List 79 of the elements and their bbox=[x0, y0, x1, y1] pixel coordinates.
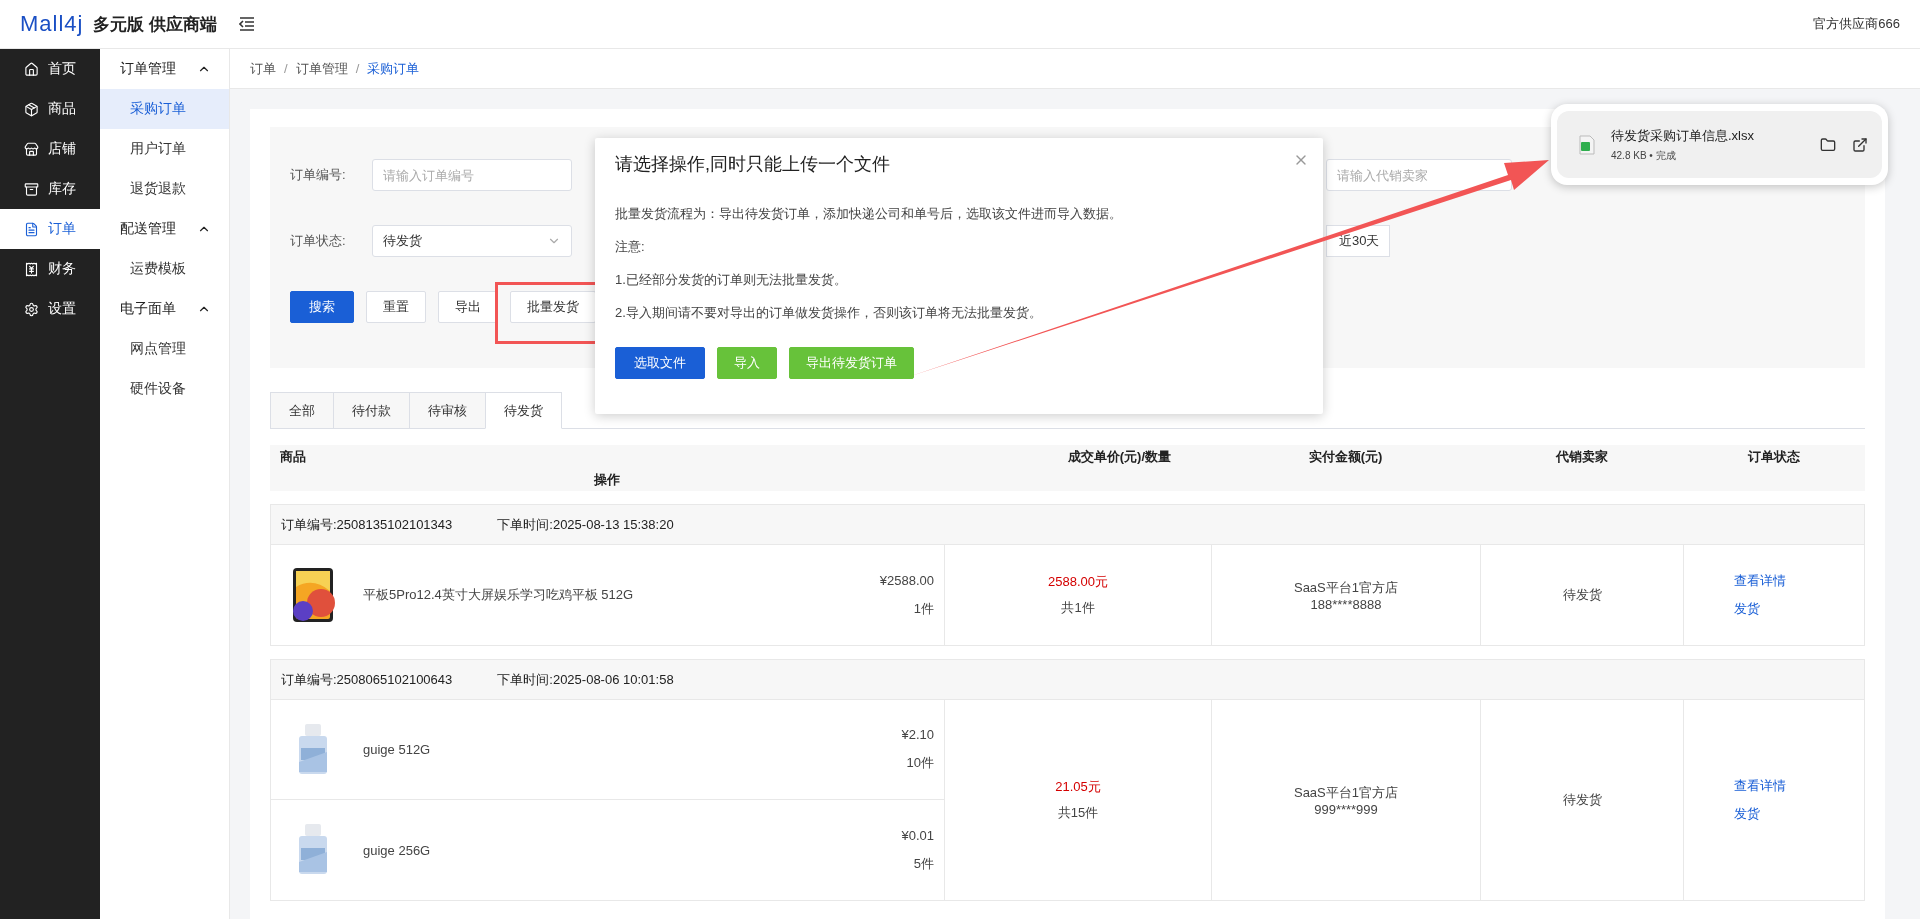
seller-name: SaaS平台1官方店 bbox=[1293, 783, 1398, 802]
product-name: guige 256G bbox=[363, 842, 432, 858]
tab[interactable]: 待审核 bbox=[409, 392, 486, 429]
settings-icon bbox=[24, 301, 39, 317]
seller-phone: 999****999 bbox=[1314, 801, 1378, 817]
item-count: 共1件 bbox=[1061, 599, 1095, 617]
column-header: 商品 bbox=[279, 447, 307, 466]
column-header: 代销卖家 bbox=[1554, 447, 1609, 466]
dialog-button[interactable]: 选取文件 bbox=[615, 347, 705, 379]
note-text: 1.已经部分发货的订单则无法批量发货。 bbox=[615, 271, 848, 289]
order-time: 下单时间:2025-08-13 15:38:20 bbox=[497, 515, 674, 534]
quantity: 1件 bbox=[913, 599, 934, 618]
spreadsheet-file-icon bbox=[1579, 134, 1595, 155]
box-icon bbox=[24, 101, 39, 117]
column-header: 操作 bbox=[593, 470, 621, 489]
logo: Mall4j bbox=[20, 11, 84, 37]
nav-item[interactable]: 订单 bbox=[0, 209, 100, 249]
file-meta: 42.8 KB • 完成 bbox=[1611, 148, 1677, 163]
column-header: 成交单价(元)/数量 bbox=[1066, 447, 1172, 466]
field-label: 订单状态: bbox=[290, 232, 347, 250]
column-header: 实付金额(元) bbox=[1307, 447, 1384, 466]
breadcrumb-item[interactable]: 订单 bbox=[250, 59, 276, 78]
home-icon bbox=[24, 61, 39, 77]
breadcrumb-separator: / bbox=[355, 61, 360, 76]
document-icon bbox=[24, 221, 39, 237]
dialog-title: 请选择操作,同时只能上传一个文件 bbox=[615, 153, 890, 176]
product-name: 平板5Pro12.4英寸大屏娱乐学习吃鸡平板 512G bbox=[363, 586, 635, 604]
total-amount: 2588.00元 bbox=[1048, 573, 1108, 591]
order-number: 订单编号:2508065102100643 bbox=[281, 670, 453, 689]
action-link[interactable]: 发货 bbox=[1734, 600, 1760, 618]
seller-phone: 188****8888 bbox=[1310, 596, 1382, 612]
order-status: 待发货 bbox=[1562, 586, 1602, 604]
unit-price: ¥2.10 bbox=[901, 727, 934, 742]
quantity: 10件 bbox=[906, 754, 934, 772]
tab[interactable]: 全部 bbox=[270, 392, 334, 429]
dialog-text: 批量发货流程为：导出待发货订单，添加快递公司和单号后，选取该文件进而导入数据。 bbox=[615, 205, 1123, 223]
receipt-icon bbox=[24, 261, 39, 277]
unit-price: ¥0.01 bbox=[901, 827, 934, 843]
seller-field[interactable]: 请输入代销卖家 bbox=[1326, 159, 1512, 191]
order-status: 待发货 bbox=[1562, 791, 1602, 809]
date-range-button[interactable]: 近30天 bbox=[1326, 225, 1391, 257]
breadcrumb-item[interactable]: 采购订单 bbox=[367, 59, 420, 78]
action-link[interactable]: 查看详情 bbox=[1734, 777, 1786, 795]
menu-group[interactable]: 电子面单 bbox=[100, 289, 229, 329]
column-header: 订单状态 bbox=[1747, 447, 1801, 466]
menu-group[interactable]: 配送管理 bbox=[100, 209, 229, 249]
seller-name: SaaS平台1官方店 bbox=[1293, 578, 1398, 597]
user-name[interactable]: 官方供应商666 bbox=[1813, 15, 1900, 33]
note-label: 注意: bbox=[615, 238, 646, 256]
external-link-icon[interactable] bbox=[1852, 136, 1868, 153]
field-label: 订单编号: bbox=[290, 166, 347, 184]
store-icon bbox=[24, 141, 39, 157]
action-button[interactable]: 导出 bbox=[438, 291, 498, 323]
order-time: 下单时间:2025-08-06 10:01:58 bbox=[497, 670, 674, 689]
file-name[interactable]: 待发货采购订单信息.xlsx bbox=[1611, 126, 1804, 145]
folder-icon[interactable] bbox=[1820, 136, 1836, 153]
action-button[interactable]: 重置 bbox=[366, 291, 426, 323]
app-title: 多元版 供应商端 bbox=[93, 13, 218, 36]
action-button[interactable]: 搜索 bbox=[290, 291, 354, 323]
breadcrumb-item[interactable]: 订单管理 bbox=[295, 59, 348, 78]
product-name: guige 512G bbox=[363, 742, 432, 757]
archive-icon bbox=[24, 181, 39, 197]
tab[interactable]: 待发货 bbox=[485, 392, 562, 429]
note-text: 2.导入期间请不要对导出的订单做发货操作，否则该订单将无法批量发货。 bbox=[615, 304, 1043, 322]
menu-item[interactable]: 采购订单 bbox=[100, 89, 229, 129]
status-select[interactable]: 待发货 bbox=[372, 225, 572, 257]
unit-price: ¥2588.00 bbox=[879, 572, 934, 588]
quantity: 5件 bbox=[913, 854, 934, 873]
action-link[interactable]: 查看详情 bbox=[1734, 572, 1786, 590]
order-number-field[interactable]: 请输入订单编号 bbox=[372, 159, 572, 191]
action-button[interactable]: 批量发货 bbox=[510, 291, 596, 323]
action-link[interactable]: 发货 bbox=[1734, 805, 1760, 823]
menu-fold-icon[interactable] bbox=[239, 17, 256, 31]
breadcrumb-separator: / bbox=[284, 61, 288, 76]
menu-group[interactable]: 订单管理 bbox=[100, 49, 229, 89]
item-count: 共15件 bbox=[1057, 804, 1099, 822]
tab[interactable]: 待付款 bbox=[333, 392, 410, 429]
order-number: 订单编号:2508135102101343 bbox=[281, 515, 453, 534]
total-amount: 21.05元 bbox=[1055, 778, 1101, 796]
